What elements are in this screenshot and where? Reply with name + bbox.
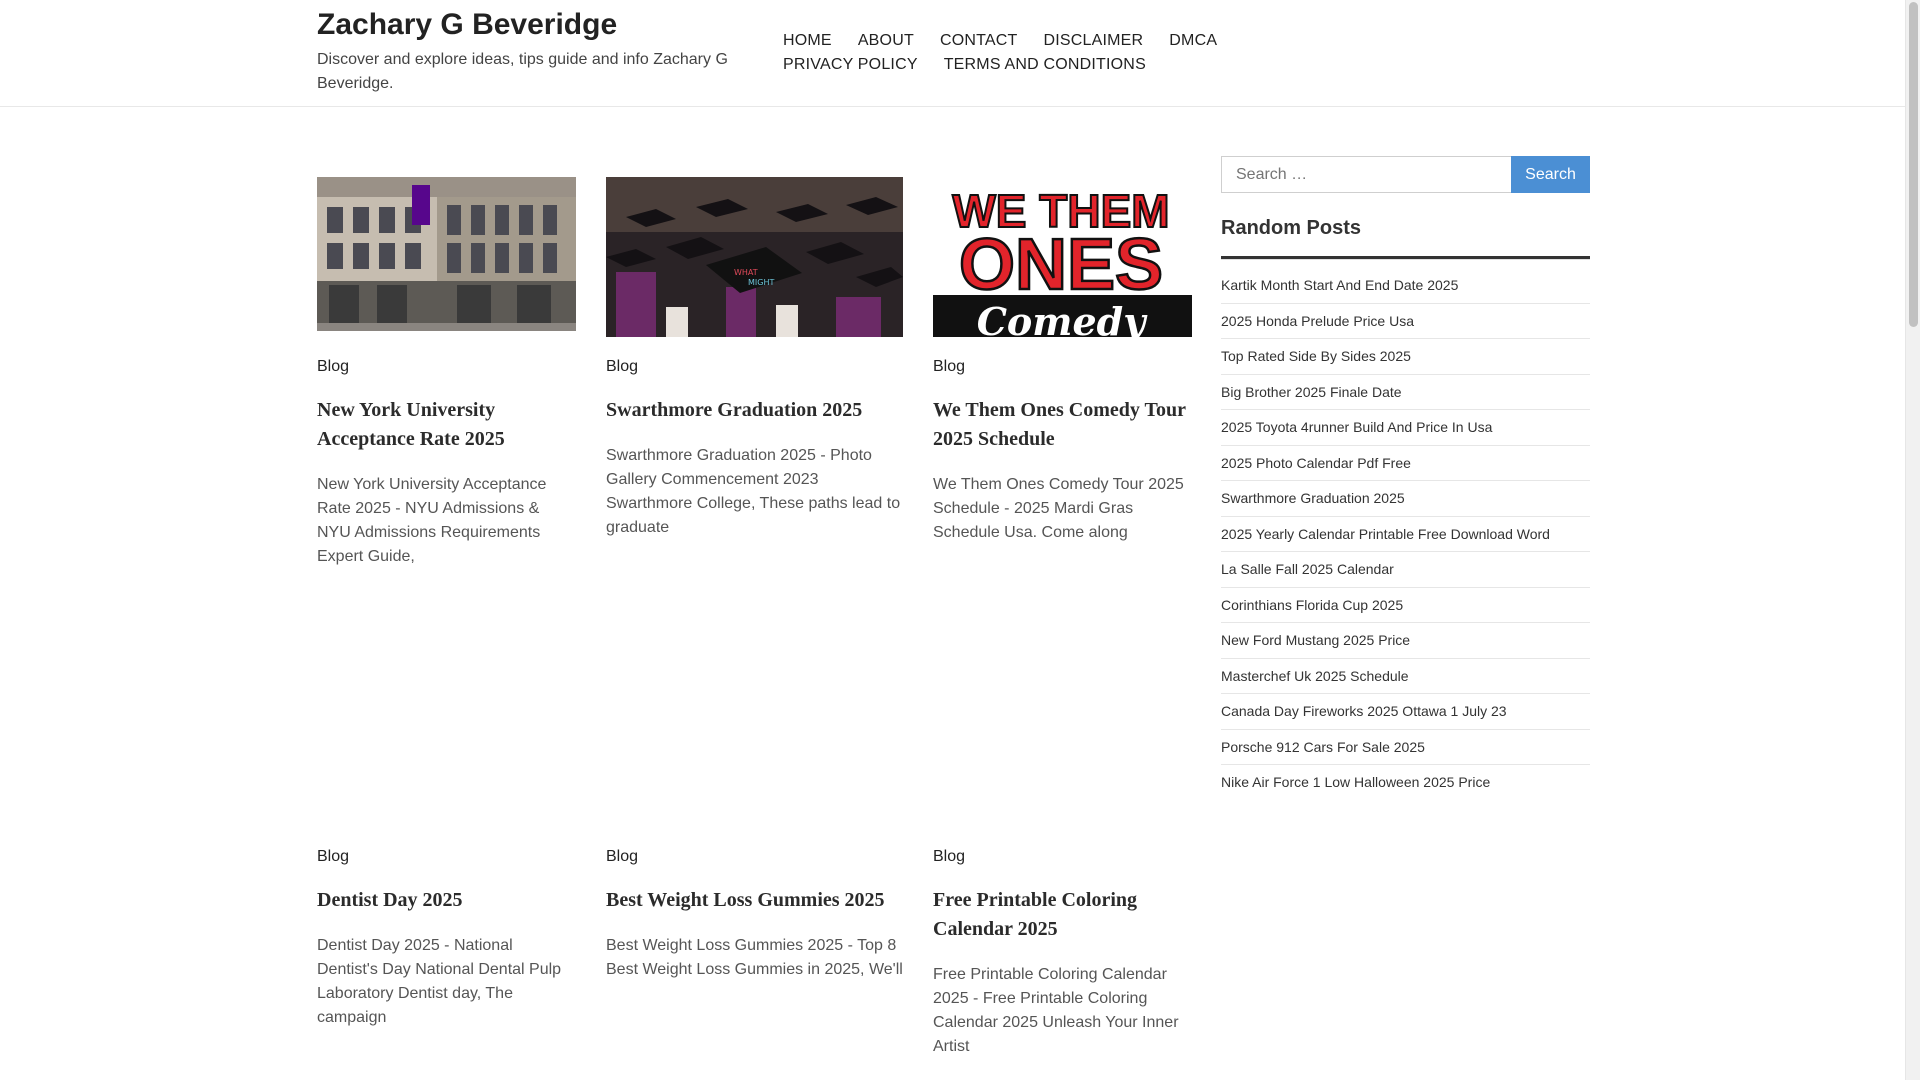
random-post-link[interactable]: Corinthians Florida Cup 2025 <box>1221 588 1590 623</box>
nyu-building-image <box>317 177 576 331</box>
random-posts-title: Random Posts <box>1221 217 1362 239</box>
post-title-link[interactable]: Best Weight Loss Gummies 2025 <box>606 886 903 915</box>
random-post-link[interactable]: New Ford Mustang 2025 Price <box>1221 623 1590 658</box>
post-excerpt: Best Weight Loss Gummies 2025 - Top 8 Be… <box>606 937 903 978</box>
search-input[interactable] <box>1221 156 1512 193</box>
list-item: 2025 Yearly Calendar Printable Free Down… <box>1221 517 1590 552</box>
post-title-link[interactable]: Swarthmore Graduation 2025 <box>606 396 903 425</box>
svg-text:Comedy: Comedy <box>977 299 1149 337</box>
post-category-link[interactable]: Blog <box>606 848 638 866</box>
site-description: Discover and explore ideas, tips guide a… <box>317 51 728 92</box>
random-post-link[interactable]: 2025 Photo Calendar Pdf Free <box>1221 446 1590 481</box>
random-posts-list: Kartik Month Start And End Date 2025 202… <box>1221 268 1590 801</box>
graduation-caps-image: WHAT MIGHT <box>606 177 903 337</box>
random-post-link[interactable]: Swarthmore Graduation 2025 <box>1221 481 1590 516</box>
site-title[interactable]: Zachary G Beveridge <box>317 8 617 42</box>
page: Zachary G Beveridge Discover and explore… <box>0 0 1905 1080</box>
search-button[interactable]: Search <box>1511 156 1590 193</box>
post-title-link[interactable]: Dentist Day 2025 <box>317 886 567 915</box>
random-post-link[interactable]: Kartik Month Start And End Date 2025 <box>1221 268 1590 303</box>
post-excerpt: Dentist Day 2025 - National Dentist's Da… <box>317 937 562 1026</box>
post-category-link[interactable]: Blog <box>933 358 965 376</box>
site-header: Zachary G Beveridge Discover and explore… <box>0 0 1905 107</box>
post-excerpt: We Them Ones Comedy Tour 2025 Schedule -… <box>933 476 1184 541</box>
post-thumbnail-graduation[interactable]: WHAT MIGHT <box>606 177 903 337</box>
list-item: Porsche 912 Cars For Sale 2025 <box>1221 730 1590 765</box>
list-item: Canada Day Fireworks 2025 Ottawa 1 July … <box>1221 694 1590 730</box>
post-excerpt: New York University Acceptance Rate 2025… <box>317 476 547 565</box>
list-item: Corinthians Florida Cup 2025 <box>1221 588 1590 623</box>
svg-text:ONES: ONES <box>959 225 1163 305</box>
post-category-link[interactable]: Blog <box>317 358 349 376</box>
list-item: Top Rated Side By Sides 2025 <box>1221 339 1590 375</box>
list-item: Masterchef Uk 2025 Schedule <box>1221 659 1590 694</box>
list-item: New Ford Mustang 2025 Price <box>1221 623 1590 659</box>
random-post-link[interactable]: 2025 Toyota 4runner Build And Price In U… <box>1221 410 1590 445</box>
post-thumbnail-comedy[interactable]: WE THEM ONES Comedy <box>933 177 1192 337</box>
nav-item-disclaimer[interactable]: DISCLAIMER <box>1043 29 1143 53</box>
nav-item-home[interactable]: HOME <box>783 29 832 53</box>
list-item: 2025 Photo Calendar Pdf Free <box>1221 446 1590 481</box>
random-post-link[interactable]: Canada Day Fireworks 2025 Ottawa 1 July … <box>1221 694 1590 729</box>
post-category-link[interactable]: Blog <box>606 358 638 376</box>
list-item: 2025 Honda Prelude Price Usa <box>1221 304 1590 339</box>
post-excerpt: Swarthmore Graduation 2025 - Photo Galle… <box>606 447 901 536</box>
random-post-link[interactable]: Masterchef Uk 2025 Schedule <box>1221 659 1590 694</box>
main-nav: HOME ABOUT CONTACT DISCLAIMER DMCA PRIVACY PO… <box>783 29 1403 77</box>
post-category-link[interactable]: Blog <box>317 848 349 866</box>
random-post-link[interactable]: 2025 Honda Prelude Price Usa <box>1221 304 1590 339</box>
random-post-link[interactable]: Nike Air Force 1 Low Halloween 2025 Pric… <box>1221 765 1590 800</box>
random-post-link[interactable]: Porsche 912 Cars For Sale 2025 <box>1221 730 1590 765</box>
we-them-ones-logo-image: WE THEM ONES Comedy <box>933 177 1192 337</box>
svg-text:MIGHT: MIGHT <box>748 278 774 287</box>
random-post-link[interactable]: Top Rated Side By Sides 2025 <box>1221 339 1590 374</box>
list-item: Nike Air Force 1 Low Halloween 2025 Pric… <box>1221 765 1590 801</box>
list-item: Kartik Month Start And End Date 2025 <box>1221 268 1590 304</box>
post-category-link[interactable]: Blog <box>933 848 965 866</box>
post-title-link[interactable]: New York University Acceptance Rate 2025 <box>317 396 567 454</box>
nav-item-privacy-policy[interactable]: PRIVACY POLICY <box>783 53 918 77</box>
nav-item-terms-and-conditions[interactable]: TERMS AND CONDITIONS <box>944 53 1146 77</box>
widget-divider <box>1221 259 1590 260</box>
random-post-link[interactable]: La Salle Fall 2025 Calendar <box>1221 552 1590 587</box>
search-form: Search <box>1221 156 1590 193</box>
post-excerpt: Free Printable Coloring Calendar 2025 - … <box>933 966 1179 1055</box>
list-item: Swarthmore Graduation 2025 <box>1221 481 1590 517</box>
nav-item-about[interactable]: ABOUT <box>858 29 914 53</box>
post-thumbnail-nyu[interactable] <box>317 177 576 331</box>
post-title-link[interactable]: Free Printable Coloring Calendar 2025 <box>933 886 1192 944</box>
scrollbar-thumb[interactable] <box>1909 2 1918 327</box>
nav-item-dmca[interactable]: DMCA <box>1169 29 1217 53</box>
list-item: La Salle Fall 2025 Calendar <box>1221 552 1590 588</box>
page-scrollbar[interactable] <box>1905 0 1920 1080</box>
list-item: Big Brother 2025 Finale Date <box>1221 375 1590 410</box>
svg-text:WHAT: WHAT <box>734 268 758 277</box>
nav-item-contact[interactable]: CONTACT <box>940 29 1018 53</box>
random-post-link[interactable]: Big Brother 2025 Finale Date <box>1221 375 1590 410</box>
post-title-link[interactable]: We Them Ones Comedy Tour 2025 Schedule <box>933 396 1192 454</box>
list-item: 2025 Toyota 4runner Build And Price In U… <box>1221 410 1590 446</box>
random-post-link[interactable]: 2025 Yearly Calendar Printable Free Down… <box>1221 517 1590 552</box>
